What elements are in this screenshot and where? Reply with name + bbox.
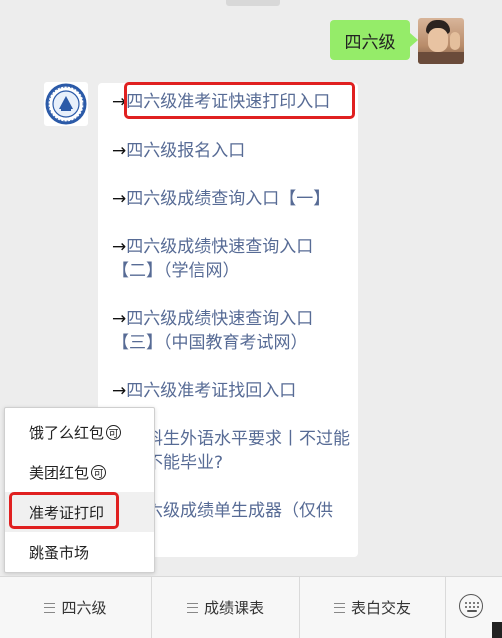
link-score-query-3[interactable]: →四六级成绩快速查询入口【三】（中国教育考试网）: [112, 307, 350, 355]
top-scroll-tab: [226, 0, 280, 6]
link-transcript-generator[interactable]: 六级成绩单生成器（仅供: [146, 499, 333, 523]
link-registration[interactable]: →四六级报名入口: [112, 139, 245, 163]
menu-lines-icon: [44, 602, 56, 613]
window-corner: [492, 622, 502, 638]
user-message-bubble: 四六级: [330, 20, 418, 60]
link-score-query-2[interactable]: →四六级成绩快速查询入口【二】（学信网）: [112, 235, 350, 283]
available-badge-icon: 可: [91, 464, 107, 480]
menu-lines-icon: [333, 602, 345, 613]
link-foreign-language-requirement[interactable]: 科生外语水平要求丨不过能不能毕业?: [146, 427, 351, 475]
keyboard-icon[interactable]: [459, 594, 483, 618]
popup-submenu: 饿了么红包可 美团红包可 准考证打印 跳蚤市场: [4, 407, 155, 573]
link-score-query-1[interactable]: →四六级成绩查询入口【一】: [112, 187, 330, 211]
menu-item-flea-market[interactable]: 跳蚤市场: [5, 532, 154, 572]
university-badge-icon[interactable]: [44, 82, 88, 126]
menu-item-meituan-hongbao[interactable]: 美团红包可: [5, 452, 154, 492]
user-message-text: 四六级: [344, 32, 396, 53]
menu-cet[interactable]: 四六级: [0, 577, 152, 638]
menu-item-eleme-hongbao[interactable]: 饿了么红包可: [5, 412, 154, 452]
link-ticket-retrieval[interactable]: →四六级准考证找回入口: [112, 379, 296, 403]
menu-grades-schedule[interactable]: 成绩课表: [152, 577, 300, 638]
available-badge-icon: 可: [106, 424, 122, 440]
highlight-box-ticket-menu: [9, 492, 119, 529]
bottom-menu-bar: 四六级 成绩课表 表白交友: [0, 576, 502, 638]
menu-lines-icon: [186, 602, 198, 613]
user-avatar[interactable]: [418, 18, 464, 64]
highlight-box-ticket-link: [124, 82, 355, 119]
menu-confession-social[interactable]: 表白交友: [300, 577, 446, 638]
